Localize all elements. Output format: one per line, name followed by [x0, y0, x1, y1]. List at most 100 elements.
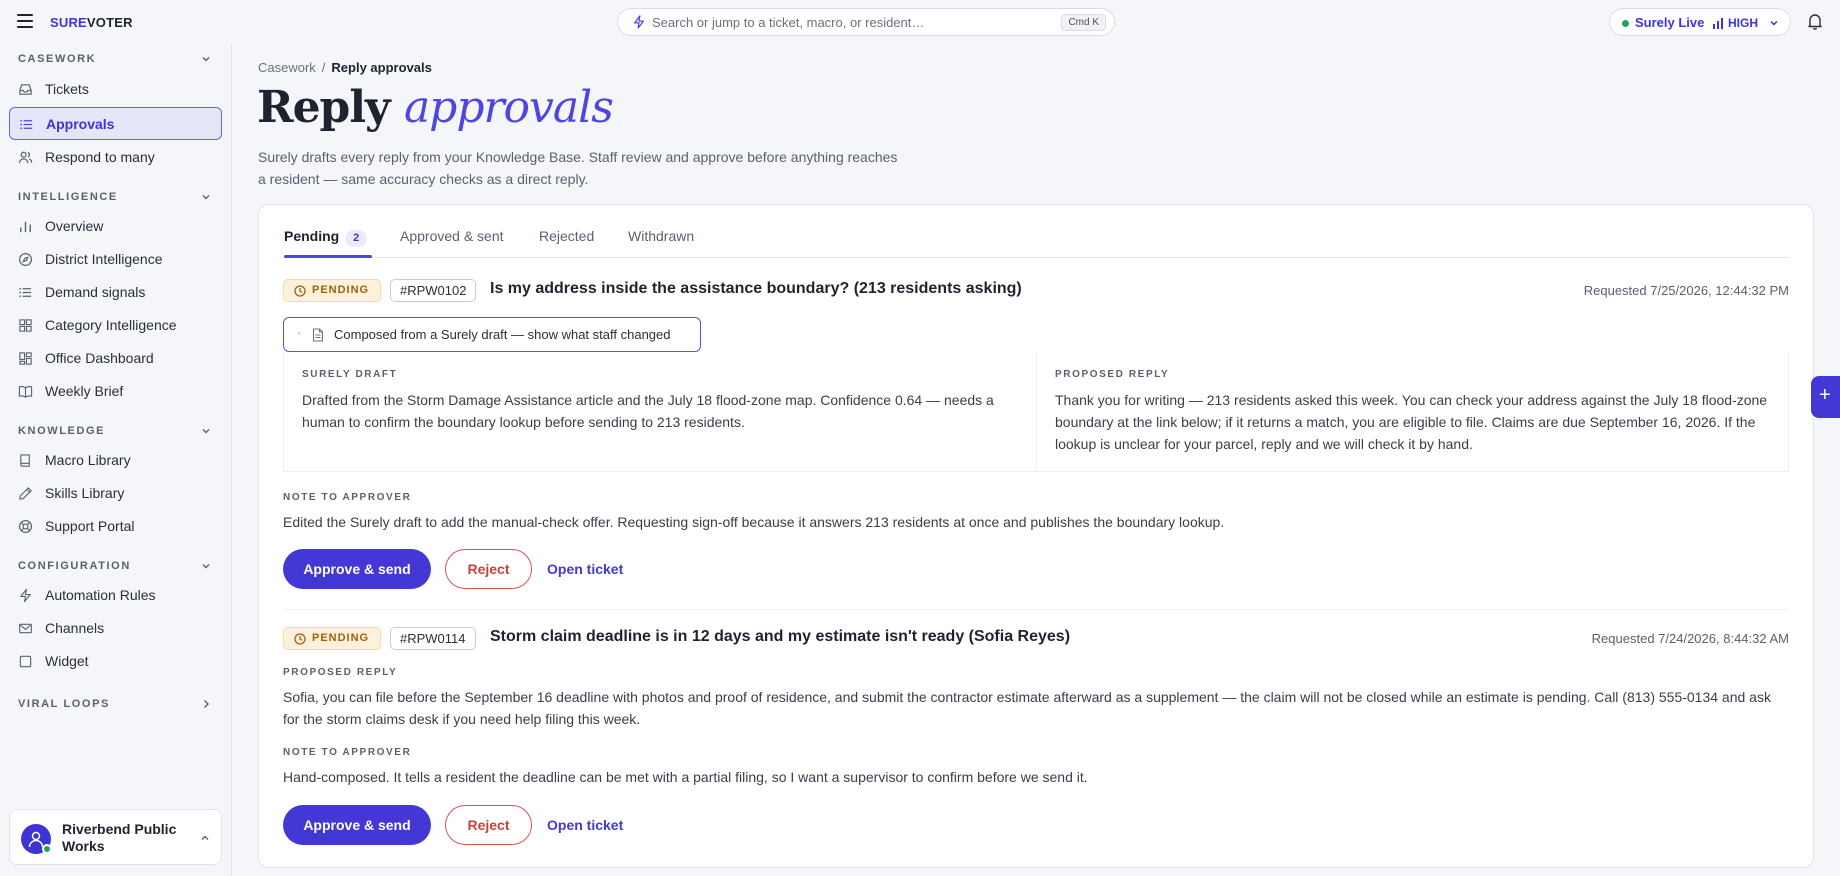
chevron-down-icon[interactable]	[200, 53, 212, 65]
document-icon	[312, 328, 324, 342]
lifebuoy-icon	[18, 519, 33, 534]
section-knowledge: KNOWLEDGE	[18, 425, 106, 437]
signal-bars-icon	[1713, 18, 1723, 29]
sidebar-item-widget[interactable]: Widget	[9, 645, 222, 678]
bolt-icon	[634, 15, 644, 29]
breadcrumb: Casework / Reply approvals	[258, 60, 432, 75]
sidebar-item-macro-library[interactable]: Macro Library	[9, 444, 222, 477]
approve-send-button[interactable]: Approve & send	[283, 805, 431, 845]
section-configuration: CONFIGURATION	[18, 560, 131, 572]
sidebar-item-automation-rules[interactable]: Automation Rules	[9, 579, 222, 612]
bell-icon[interactable]	[1807, 13, 1823, 30]
open-ticket-link[interactable]: Open ticket	[547, 817, 623, 833]
sidebar-item-demand-signals[interactable]: Demand signals	[9, 276, 222, 309]
breadcrumb-parent[interactable]: Casework	[258, 60, 316, 75]
quick-add-button[interactable]: +	[1811, 376, 1840, 418]
requested-timestamp: Requested 7/24/2026, 8:44:32 AM	[1591, 631, 1789, 646]
sidebar-item-label: District Intelligence	[45, 251, 163, 267]
sidebar-item-label: Macro Library	[45, 452, 131, 468]
surely-draft-label: SURELY DRAFT	[302, 369, 398, 380]
dashboard-icon	[19, 352, 32, 365]
tab-pending[interactable]: Pending 2	[284, 228, 368, 247]
approval-title: Is my address inside the assistance boun…	[490, 280, 1022, 297]
user-icon	[28, 831, 44, 848]
book-open-icon	[18, 386, 33, 398]
sidebar-item-channels[interactable]: Channels	[9, 612, 222, 645]
proposed-reply-label: PROPOSED REPLY	[1055, 369, 1170, 380]
sidebar-item-office-dashboard[interactable]: Office Dashboard	[9, 342, 222, 375]
page-title-plain: Reply	[257, 82, 391, 133]
sidebar-item-overview[interactable]: Overview	[9, 210, 222, 243]
approvals-card: Pending 2 Approved & sent Rejected Withdr…	[258, 204, 1814, 868]
list-icon	[20, 119, 33, 130]
breadcrumb-current: Reply approvals	[331, 60, 432, 75]
app-logo[interactable]: SUREVOTER	[50, 15, 133, 30]
note-to-approver-label: NOTE TO APPROVER	[283, 492, 412, 503]
reject-button[interactable]: Reject	[445, 805, 532, 845]
breadcrumb-separator: /	[321, 60, 326, 75]
show-staff-changes-toggle[interactable]: · Composed from a Surely draft — show wh…	[283, 317, 701, 352]
tab-label: Pending	[284, 228, 340, 244]
sidebar-item-label: Category Intelligence	[45, 317, 177, 333]
search-input[interactable]: Search or jump to a ticket, macro, or re…	[617, 8, 1115, 36]
section-viral-loops[interactable]: VIRAL LOOPS	[18, 698, 110, 710]
tab-bar: Pending 2 Approved & sent Rejected Withdr…	[284, 205, 1789, 258]
chevron-up-icon	[201, 835, 209, 840]
section-intelligence: INTELLIGENCE	[18, 191, 118, 203]
page-title-accent: approvals	[403, 82, 614, 133]
chevron-down-icon[interactable]	[200, 425, 212, 437]
online-status-dot	[42, 844, 52, 854]
search-placeholder: Search or jump to a ticket, macro, or re…	[652, 15, 925, 30]
sidebar-item-label: Weekly Brief	[45, 383, 124, 399]
chevron-down-icon[interactable]	[200, 191, 212, 203]
note-to-approver-text: Hand-composed. It tells a resident the d…	[283, 769, 1088, 785]
inbox-icon	[19, 84, 32, 95]
bar-chart-icon	[20, 221, 31, 233]
sidebar-item-weekly-brief[interactable]: Weekly Brief	[9, 375, 222, 408]
sidebar-item-tickets[interactable]: Tickets	[9, 73, 222, 106]
section-casework: CASEWORK	[18, 53, 97, 65]
reject-button[interactable]: Reject	[445, 549, 532, 589]
grid-icon	[19, 319, 32, 332]
sidebar-item-skills-library[interactable]: Skills Library	[9, 477, 222, 510]
pen-icon	[19, 487, 32, 500]
clock-icon	[294, 285, 306, 297]
sidebar-item-label: Support Portal	[45, 518, 135, 534]
proposed-reply-label: PROPOSED REPLY	[283, 667, 398, 678]
note-to-approver-text: Edited the Surely draft to add the manua…	[283, 514, 1225, 530]
tab-rejected[interactable]: Rejected	[539, 228, 594, 244]
status-label: PENDING	[312, 284, 370, 296]
proposed-reply-text: Sofia, you can file before the September…	[283, 689, 1771, 727]
page-title: Reply approvals	[257, 82, 614, 133]
sidebar-item-label: Channels	[45, 620, 105, 636]
sidebar-item-support-portal[interactable]: Support Portal	[9, 510, 222, 543]
tab-withdrawn[interactable]: Withdrawn	[628, 228, 694, 244]
sidebar-item-label: Widget	[45, 653, 89, 669]
surely-draft-text: Drafted from the Storm Damage Assistance…	[302, 392, 994, 430]
chevron-down-icon	[1770, 20, 1778, 26]
sidebar-item-district-intelligence[interactable]: District Intelligence	[9, 243, 222, 276]
live-status-dot	[1622, 20, 1629, 27]
tab-approved-sent[interactable]: Approved & sent	[400, 228, 504, 244]
org-switcher[interactable]: Riverbend Public Works	[9, 809, 222, 865]
sidebar-item-approvals[interactable]: Approvals	[9, 107, 222, 140]
menu-icon[interactable]	[17, 14, 33, 28]
org-name: Riverbend Public Works	[62, 821, 177, 854]
list-icon	[19, 287, 32, 298]
open-ticket-link[interactable]: Open ticket	[547, 561, 623, 577]
sidebar-item-category-intelligence[interactable]: Category Intelligence	[9, 309, 222, 342]
sidebar-item-respond-to-many[interactable]: Respond to many	[9, 141, 222, 174]
chevron-right-icon[interactable]	[200, 698, 212, 710]
compass-icon	[18, 252, 33, 267]
sidebar-item-label: Respond to many	[45, 149, 155, 165]
sidebar-item-label: Approvals	[46, 116, 115, 132]
sidebar-item-label: Tickets	[45, 81, 89, 97]
note-to-approver-label: NOTE TO APPROVER	[283, 747, 412, 758]
square-icon	[19, 655, 32, 668]
surely-live-toggle[interactable]: Surely Live HIGH	[1609, 8, 1791, 36]
sidebar-item-label: Automation Rules	[45, 587, 156, 603]
chevron-down-icon[interactable]	[200, 560, 212, 572]
approve-send-button[interactable]: Approve & send	[283, 549, 431, 589]
page-subtitle: Surely drafts every reply from your Know…	[258, 149, 898, 187]
clock-icon	[294, 633, 306, 645]
